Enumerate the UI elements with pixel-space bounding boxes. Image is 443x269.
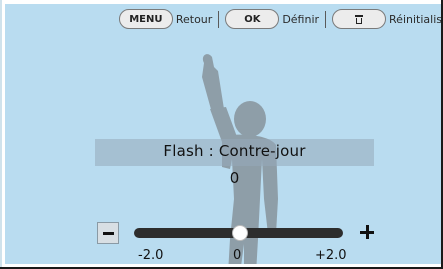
trash-icon (355, 15, 364, 24)
exposure-slider-knob[interactable] (231, 225, 248, 241)
camera-screen: MENU Retour OK Définir Réinitialis Flash… (5, 4, 442, 264)
setting-title: Flash : Contre-jour (163, 142, 306, 160)
ok-key: OK (225, 9, 280, 29)
increase-button[interactable] (357, 222, 377, 242)
back-label: Retour (175, 12, 213, 26)
guide-separator (325, 10, 327, 28)
decrease-button[interactable] (97, 222, 119, 244)
set-label: Définir (282, 12, 320, 26)
slider-max-label: +2.0 (315, 248, 347, 263)
minus-icon (102, 231, 114, 235)
setting-value: 0 (229, 169, 240, 187)
button-guide-bar: MENU Retour OK Définir Réinitialis (5, 6, 442, 32)
slider-mid-label: 0 (233, 248, 242, 263)
guide-separator (218, 10, 220, 28)
frame-edge-left (0, 0, 2, 269)
plus-icon-vertical (365, 225, 369, 239)
slider-min-label: -2.0 (138, 248, 164, 263)
delete-key (332, 9, 387, 29)
menu-key: MENU (118, 9, 173, 29)
reset-label: Réinitialis (389, 12, 442, 26)
